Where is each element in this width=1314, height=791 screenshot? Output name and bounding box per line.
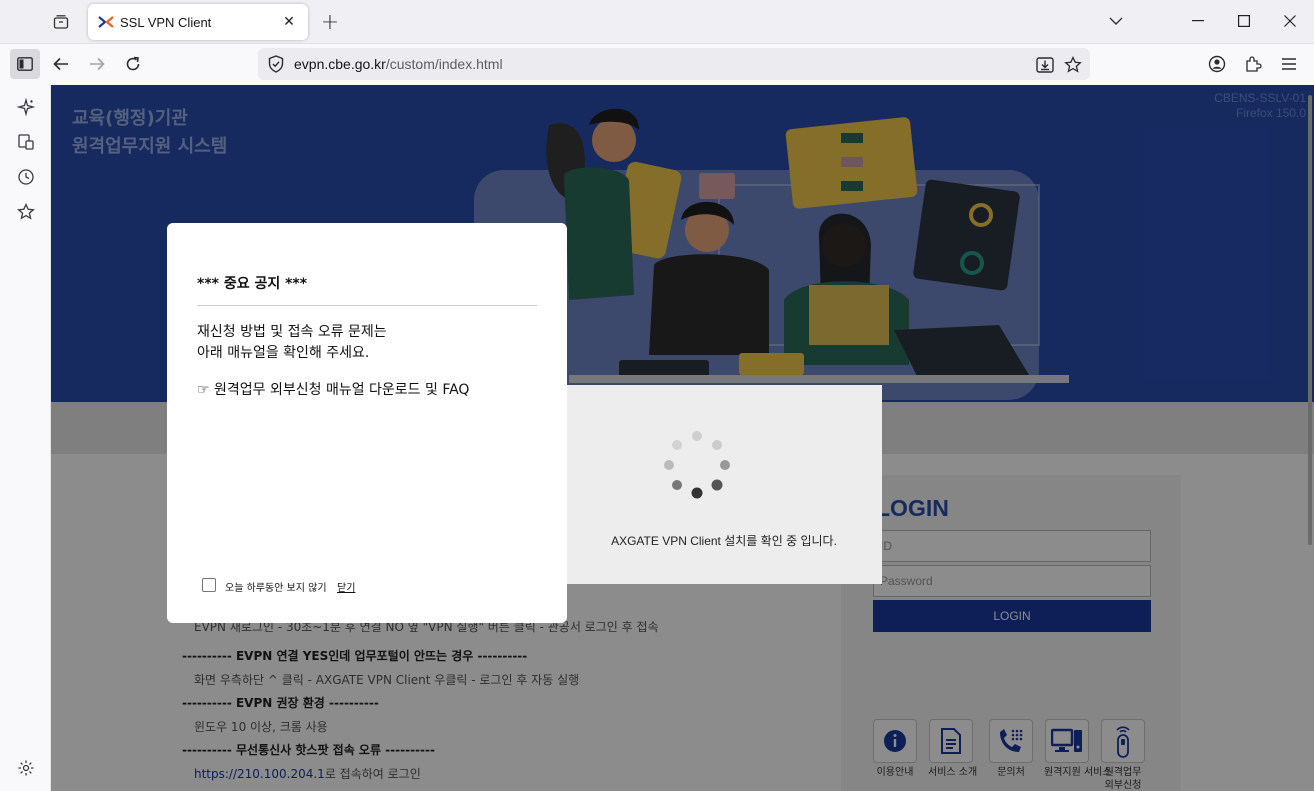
forward-arrow-icon[interactable] — [82, 49, 112, 79]
popup-line1: 재신청 방법 및 접속 오류 문제는 — [197, 324, 387, 340]
hide-today-checkbox[interactable] — [202, 578, 216, 592]
extensions-puzzle-icon[interactable] — [1238, 49, 1268, 79]
new-tab-icon[interactable]: + — [316, 8, 344, 36]
tab-title: SSL VPN Client — [120, 14, 212, 30]
shield-icon[interactable] — [266, 54, 286, 74]
ai-sparkle-icon[interactable] — [13, 94, 39, 120]
popup-divider — [197, 305, 537, 306]
popup-title: *** 중요 공지 *** — [197, 276, 308, 292]
url-text: evpn.cbe.go.kr/custom/index.html — [294, 56, 503, 72]
menu-hamburger-icon[interactable] — [1274, 49, 1304, 79]
bookmark-star-icon[interactable] — [1062, 54, 1084, 76]
active-tab[interactable]: SSL VPN Client ✕ — [88, 4, 308, 40]
browser-nav-bar: evpn.cbe.go.kr/custom/index.html — [0, 44, 1314, 85]
synced-tabs-icon[interactable] — [13, 129, 39, 155]
popup-close-link[interactable]: 닫기 — [337, 579, 355, 594]
back-arrow-icon[interactable] — [46, 49, 76, 79]
tab-list-icon[interactable] — [46, 8, 76, 36]
browser-tab-bar: SSL VPN Client ✕ + — [0, 0, 1314, 44]
history-clock-icon[interactable] — [13, 164, 39, 190]
loading-message: AXGATE VPN Client 설치를 확인 중 입니다. — [611, 534, 837, 548]
reload-icon[interactable] — [118, 49, 148, 79]
sidebar-toggle-icon[interactable] — [10, 49, 40, 79]
minimize-icon[interactable] — [1176, 4, 1220, 38]
tab-overflow-chevron-icon[interactable] — [1094, 4, 1138, 38]
maximize-icon[interactable] — [1222, 4, 1266, 38]
address-bar[interactable]: evpn.cbe.go.kr/custom/index.html — [258, 48, 1090, 80]
install-download-icon[interactable] — [1034, 54, 1056, 76]
close-window-icon[interactable] — [1268, 4, 1312, 38]
loading-dialog: AXGATE VPN Client 설치를 확인 중 입니다. — [566, 385, 882, 584]
page-content: 교육(행정)기관 원격업무지원 시스템 CBENS-SSLV-01 Firefo… — [51, 85, 1314, 791]
settings-gear-icon[interactable] — [13, 755, 39, 781]
browser-sidebar — [0, 85, 51, 791]
close-tab-icon[interactable]: ✕ — [280, 13, 298, 31]
bookmarks-star-icon[interactable] — [13, 199, 39, 225]
account-icon[interactable] — [1202, 49, 1232, 79]
manual-download-link[interactable]: ☞ 원격업무 외부신청 매뉴얼 다운로드 및 FAQ — [197, 380, 469, 401]
popup-line2: 아래 매뉴얼을 확인해 주세요. — [197, 345, 370, 361]
hide-today-label[interactable]: 오늘 하루동안 보지 않기 — [225, 579, 327, 594]
notice-popup: *** 중요 공지 *** 재신청 방법 및 접속 오류 문제는 아래 매뉴얼을… — [167, 223, 567, 623]
loading-spinner-icon — [664, 431, 730, 499]
axgate-favicon-icon — [98, 14, 114, 30]
